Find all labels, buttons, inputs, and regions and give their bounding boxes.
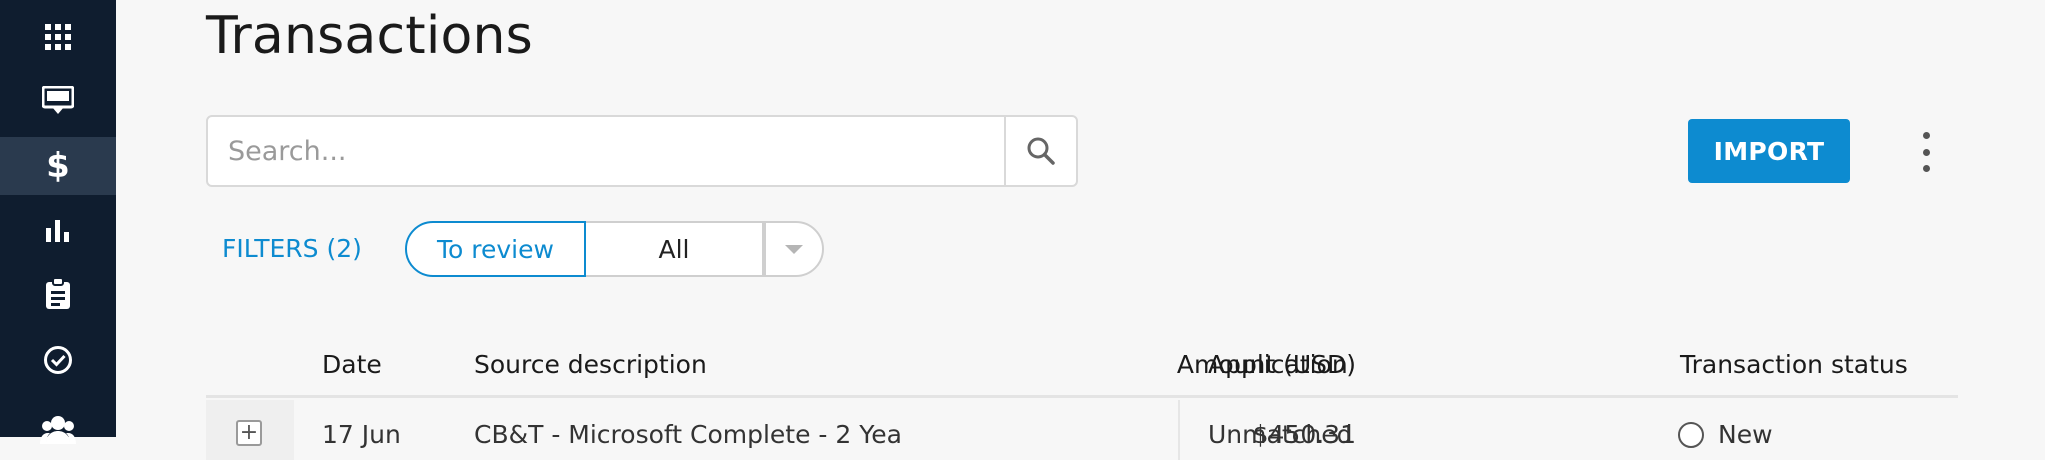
sidebar: $ (0, 0, 116, 444)
chevron-down-icon (785, 244, 803, 254)
monitor-icon (42, 86, 74, 114)
bar-chart-icon (46, 220, 69, 242)
check-circle-icon (44, 346, 72, 374)
filter-dropdown-button[interactable] (764, 221, 824, 277)
column-divider (1178, 400, 1180, 460)
clipboard-icon (46, 278, 70, 309)
column-header-source[interactable]: Source description (474, 350, 707, 379)
expand-row-button[interactable]: + (236, 420, 262, 446)
page-title: Transactions (206, 6, 533, 66)
users-icon (40, 416, 76, 444)
filter-all[interactable]: All (586, 221, 764, 277)
cell-source: CB&T - Microsoft Complete - 2 Yea (474, 420, 902, 449)
more-vertical-icon (1922, 132, 1930, 139)
status-filter-toggle: To review All (405, 221, 824, 277)
cell-status: New (1718, 420, 1773, 449)
cell-date: 17 Jun (322, 420, 401, 449)
column-header-application[interactable]: Application (1208, 350, 1348, 379)
table-header: Date Source description Amount (USD) App… (206, 340, 1958, 398)
sidebar-item-apps[interactable] (0, 8, 116, 66)
table-row[interactable]: + 17 Jun CB&T - Microsoft Complete - 2 Y… (206, 400, 1958, 460)
sidebar-item-reports[interactable] (0, 202, 116, 260)
status-radio[interactable] (1678, 422, 1704, 448)
search-box (206, 115, 1078, 187)
cell-application[interactable]: Unmatched (1208, 420, 1352, 449)
filter-to-review[interactable]: To review (405, 221, 586, 277)
sidebar-item-contacts[interactable] (0, 400, 116, 458)
search-icon (1027, 137, 1055, 165)
sidebar-item-transactions[interactable]: $ (0, 137, 116, 195)
search-input[interactable] (208, 117, 1004, 185)
filters-link[interactable]: FILTERS (2) (222, 234, 362, 263)
column-header-date[interactable]: Date (322, 350, 382, 379)
more-options-button[interactable] (1910, 132, 1942, 172)
dollar-icon: $ (46, 146, 70, 186)
column-header-status[interactable]: Transaction status (1680, 350, 1908, 379)
sidebar-item-dashboard[interactable] (0, 72, 116, 130)
sidebar-item-approvals[interactable] (0, 331, 116, 389)
grid-icon (45, 24, 71, 50)
import-button[interactable]: IMPORT (1688, 119, 1850, 183)
search-button[interactable] (1004, 117, 1076, 185)
sidebar-item-tasks[interactable] (0, 265, 116, 323)
